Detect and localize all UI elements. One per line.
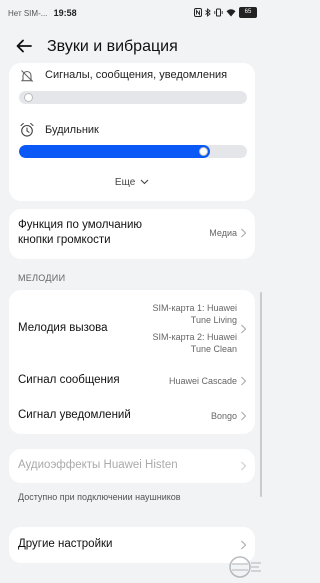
bell-muted-icon	[20, 70, 34, 82]
battery-icon: 65	[239, 7, 257, 18]
back-arrow-icon[interactable]	[14, 36, 34, 56]
status-icons: 65	[194, 7, 257, 18]
notifications-volume-label: Сигналы, сообщения, уведомления	[45, 69, 228, 81]
other-settings-card[interactable]: Другие настройки	[9, 527, 255, 563]
carrier-label: Нет SIM-...	[8, 9, 48, 18]
vibrate-icon	[214, 8, 223, 17]
volume-button-value: Медиа	[209, 228, 237, 238]
page-title: Звуки и вибрация	[47, 38, 178, 55]
status-bar: Нет SIM-... 19:58 65	[0, 0, 265, 26]
chevron-right-icon	[241, 540, 247, 550]
scrollbar[interactable]	[260, 292, 262, 497]
alarm-clock-icon	[20, 122, 34, 137]
more-label: Еще	[114, 177, 136, 188]
message-tone-row[interactable]: Сигнал сообщения Huawei Cascade	[9, 364, 255, 399]
site-logo-icon	[229, 556, 261, 578]
notifications-volume-slider[interactable]	[19, 91, 247, 104]
bluetooth-icon	[205, 8, 211, 17]
notifications-volume-knob[interactable]	[23, 93, 33, 102]
notification-tone-value: Bongo	[210, 411, 237, 421]
chevron-down-icon	[140, 179, 149, 185]
status-left: Нет SIM-... 19:58	[8, 8, 77, 18]
chevron-right-icon	[241, 324, 247, 334]
histen-card[interactable]: Аудиоэффекты Huawei Histen	[9, 449, 255, 483]
message-tone-title: Сигнал сообщения	[18, 374, 120, 386]
other-settings-title: Другие настройки	[18, 538, 113, 550]
notification-tone-row[interactable]: Сигнал уведомлений Bongo	[9, 399, 255, 434]
clock: 19:58	[53, 8, 77, 18]
app-header: Звуки и вибрация	[0, 32, 265, 62]
chevron-right-icon	[241, 228, 247, 238]
histen-title: Аудиоэффекты Huawei Histen	[18, 459, 178, 471]
more-toggle[interactable]: Еще	[9, 177, 255, 188]
alarm-volume-slider[interactable]	[19, 145, 247, 158]
volume-button-card[interactable]: Функция по умолчанию кнопки громкости Ме…	[9, 209, 255, 259]
ringtones-card: Мелодия вызова SIM-карта 1: Huawei Tune …	[9, 290, 255, 434]
ringtone-sim2-value: SIM-карта 2: Huawei Tune Clean	[152, 332, 238, 354]
nfc-icon	[194, 8, 202, 17]
alarm-volume-label: Будильник	[45, 124, 99, 136]
ringtones-section-label: МЕЛОДИИ	[18, 273, 66, 283]
histen-note: Доступно при подключении наушников	[18, 492, 181, 502]
volume-button-title: Функция по умолчанию кнопки громкости	[18, 219, 143, 246]
message-tone-value: Huawei Cascade	[168, 376, 237, 386]
chevron-right-icon	[241, 376, 247, 386]
chevron-right-icon	[241, 461, 247, 471]
volume-card: Сигналы, сообщения, уведомления Будильни…	[9, 63, 255, 201]
alarm-volume-fill	[19, 145, 211, 158]
ringtone-sim1-value: SIM-карта 1: Huawei Tune Living	[152, 303, 238, 325]
ringtone-row[interactable]: Мелодия вызова SIM-карта 1: Huawei Tune …	[9, 290, 255, 364]
ringtone-title: Мелодия вызова	[18, 322, 108, 334]
chevron-right-icon	[241, 411, 247, 421]
notification-tone-title: Сигнал уведомлений	[18, 409, 131, 421]
wifi-icon	[226, 8, 236, 16]
